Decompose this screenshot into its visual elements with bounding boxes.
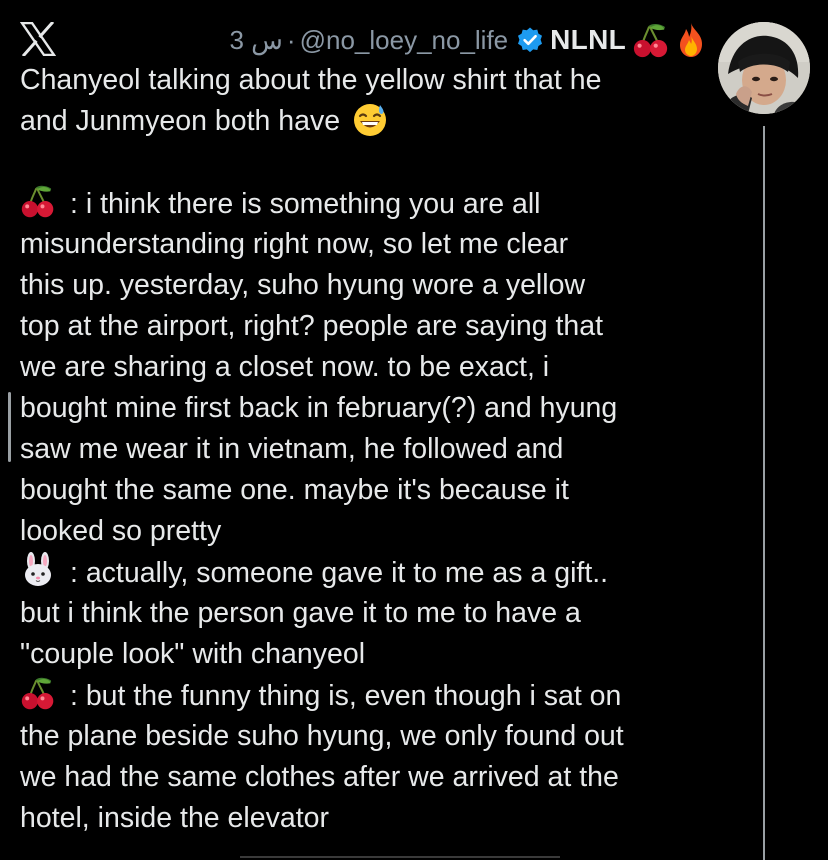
thread-connector-line bbox=[763, 126, 765, 860]
cherry-icon bbox=[632, 21, 670, 59]
tweet-text: Chanyeol talking about the yellow shirt … bbox=[20, 60, 720, 839]
fire-icon bbox=[680, 23, 702, 57]
header-separator: · bbox=[286, 24, 296, 55]
tweet-line: : but the funny thing is, even though i … bbox=[20, 675, 720, 716]
tweet-time[interactable]: 3 س bbox=[229, 25, 282, 56]
tweet-line: bought the same one. maybe it's because … bbox=[20, 474, 569, 506]
tweet-line: this up. yesterday, suho hyung wore a ye… bbox=[20, 269, 586, 301]
avatar[interactable] bbox=[718, 22, 810, 114]
tweet-line: misunderstanding right now, so let me cl… bbox=[20, 228, 569, 260]
author-handle[interactable]: @no_loey_no_life bbox=[300, 25, 509, 56]
cherry-icon bbox=[20, 183, 56, 219]
rabbit-face-icon bbox=[25, 552, 51, 586]
tweet-line: : actually, someone gave it to me as a g… bbox=[20, 552, 720, 593]
x-logo-icon[interactable] bbox=[20, 22, 56, 56]
tweet-line: bought mine first back in february(?) an… bbox=[20, 392, 618, 424]
cherry-icon bbox=[20, 675, 56, 711]
tweet-line: Chanyeol talking about the yellow shirt … bbox=[20, 64, 602, 96]
tweet-line: and Junmyeon both have bbox=[20, 101, 720, 142]
tweet-line: top at the airport, right? people are sa… bbox=[20, 310, 604, 342]
tweet-line: we had the same clothes after we arrived… bbox=[20, 761, 619, 793]
tweet-line: hotel, inside the elevator bbox=[20, 802, 329, 834]
tweet-line: : i think there is something you are all bbox=[20, 183, 720, 224]
tweet-line: but i think the person gave it to me to … bbox=[20, 597, 581, 629]
scroll-indicator[interactable] bbox=[8, 392, 11, 462]
bottom-divider bbox=[240, 856, 560, 858]
grinning-sweat-emoji-icon bbox=[354, 104, 386, 136]
tweet-line: "couple look" with chanyeol bbox=[20, 638, 366, 670]
author-display-name[interactable]: NLNL bbox=[550, 24, 626, 56]
tweet-line: looked so pretty bbox=[20, 515, 222, 547]
tweet-header: 3 س · @no_loey_no_life NLNL bbox=[150, 20, 706, 60]
verified-badge-icon bbox=[518, 27, 543, 53]
tweet-line: we are sharing a closet now. to be exact… bbox=[20, 351, 550, 383]
tweet-line: saw me wear it in vietnam, he followed a… bbox=[20, 433, 564, 465]
tweet-line: the plane beside suho hyung, we only fou… bbox=[20, 720, 624, 752]
